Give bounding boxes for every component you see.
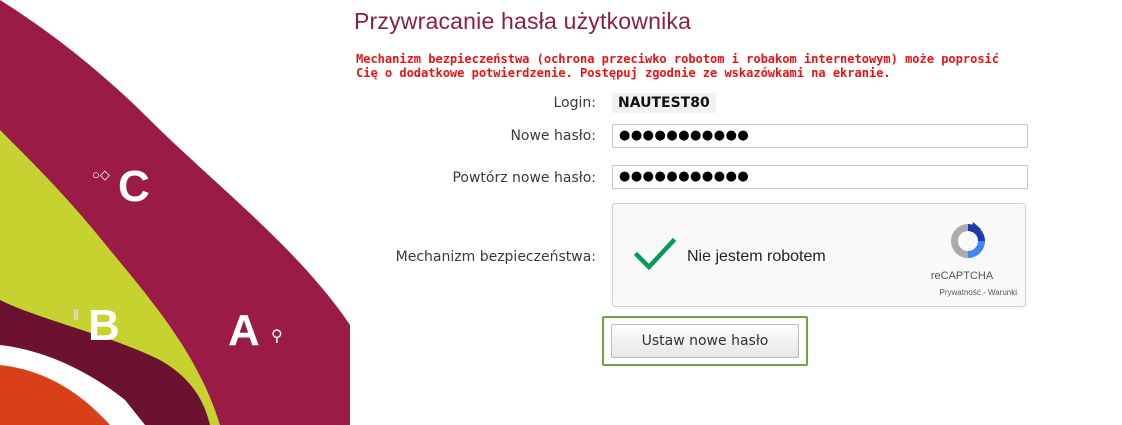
letter-c: C: [118, 162, 150, 211]
password-reset-panel: Przywracanie hasła użytkownika Mechanizm…: [350, 0, 1122, 425]
warning-line-2: Cię o dodatkowe potwierdzenie. Postępuj …: [356, 66, 891, 80]
recaptcha-privacy-terms-links[interactable]: Prywatność - Warunki: [940, 288, 1018, 297]
submit-button-focus-ring: Ustaw nowe hasło: [602, 316, 808, 366]
recaptcha-brand: reCAPTCHA: [930, 270, 994, 282]
search-icon: ⚲: [271, 328, 283, 345]
repeat-password-label: Powtórz nowe hasło:: [452, 170, 596, 186]
decorative-artwork: ○◇ C ⦀ B A ⚲: [0, 0, 350, 425]
recaptcha-widget: Nie jestem robotem reCAPTCHA Prywatność …: [612, 203, 1026, 307]
letter-a: A: [228, 306, 260, 355]
recaptcha-checkbox-label: Nie jestem robotem: [687, 248, 826, 265]
recaptcha-logo-icon: [945, 218, 991, 268]
repeat-password-input[interactable]: ●●●●●●●●●●●: [612, 165, 1028, 189]
wave-illustration: [0, 0, 350, 425]
recaptcha-checkbox[interactable]: [633, 236, 677, 276]
checkmark-icon: [633, 237, 677, 271]
signal-bars-icon: ⦀: [73, 307, 80, 323]
new-password-input[interactable]: ●●●●●●●●●●●: [612, 124, 1028, 148]
wave-right-cut: [245, 0, 350, 260]
security-warning: Mechanizm bezpieczeństwa (ochrona przeci…: [356, 52, 1122, 80]
login-label: Login:: [553, 95, 597, 111]
page-title: Przywracanie hasła użytkownika: [354, 8, 692, 34]
letter-b: B: [88, 301, 120, 350]
warning-line-1: Mechanizm bezpieczeństwa (ochrona przeci…: [356, 52, 999, 66]
login-value: NAUTEST80: [612, 93, 716, 113]
new-password-label: Nowe hasło:: [510, 128, 596, 144]
security-label: Mechanizm bezpieczeństwa:: [395, 249, 596, 265]
hint-dots-icon: ○◇: [92, 167, 110, 182]
set-new-password-button[interactable]: Ustaw nowe hasło: [611, 324, 799, 358]
